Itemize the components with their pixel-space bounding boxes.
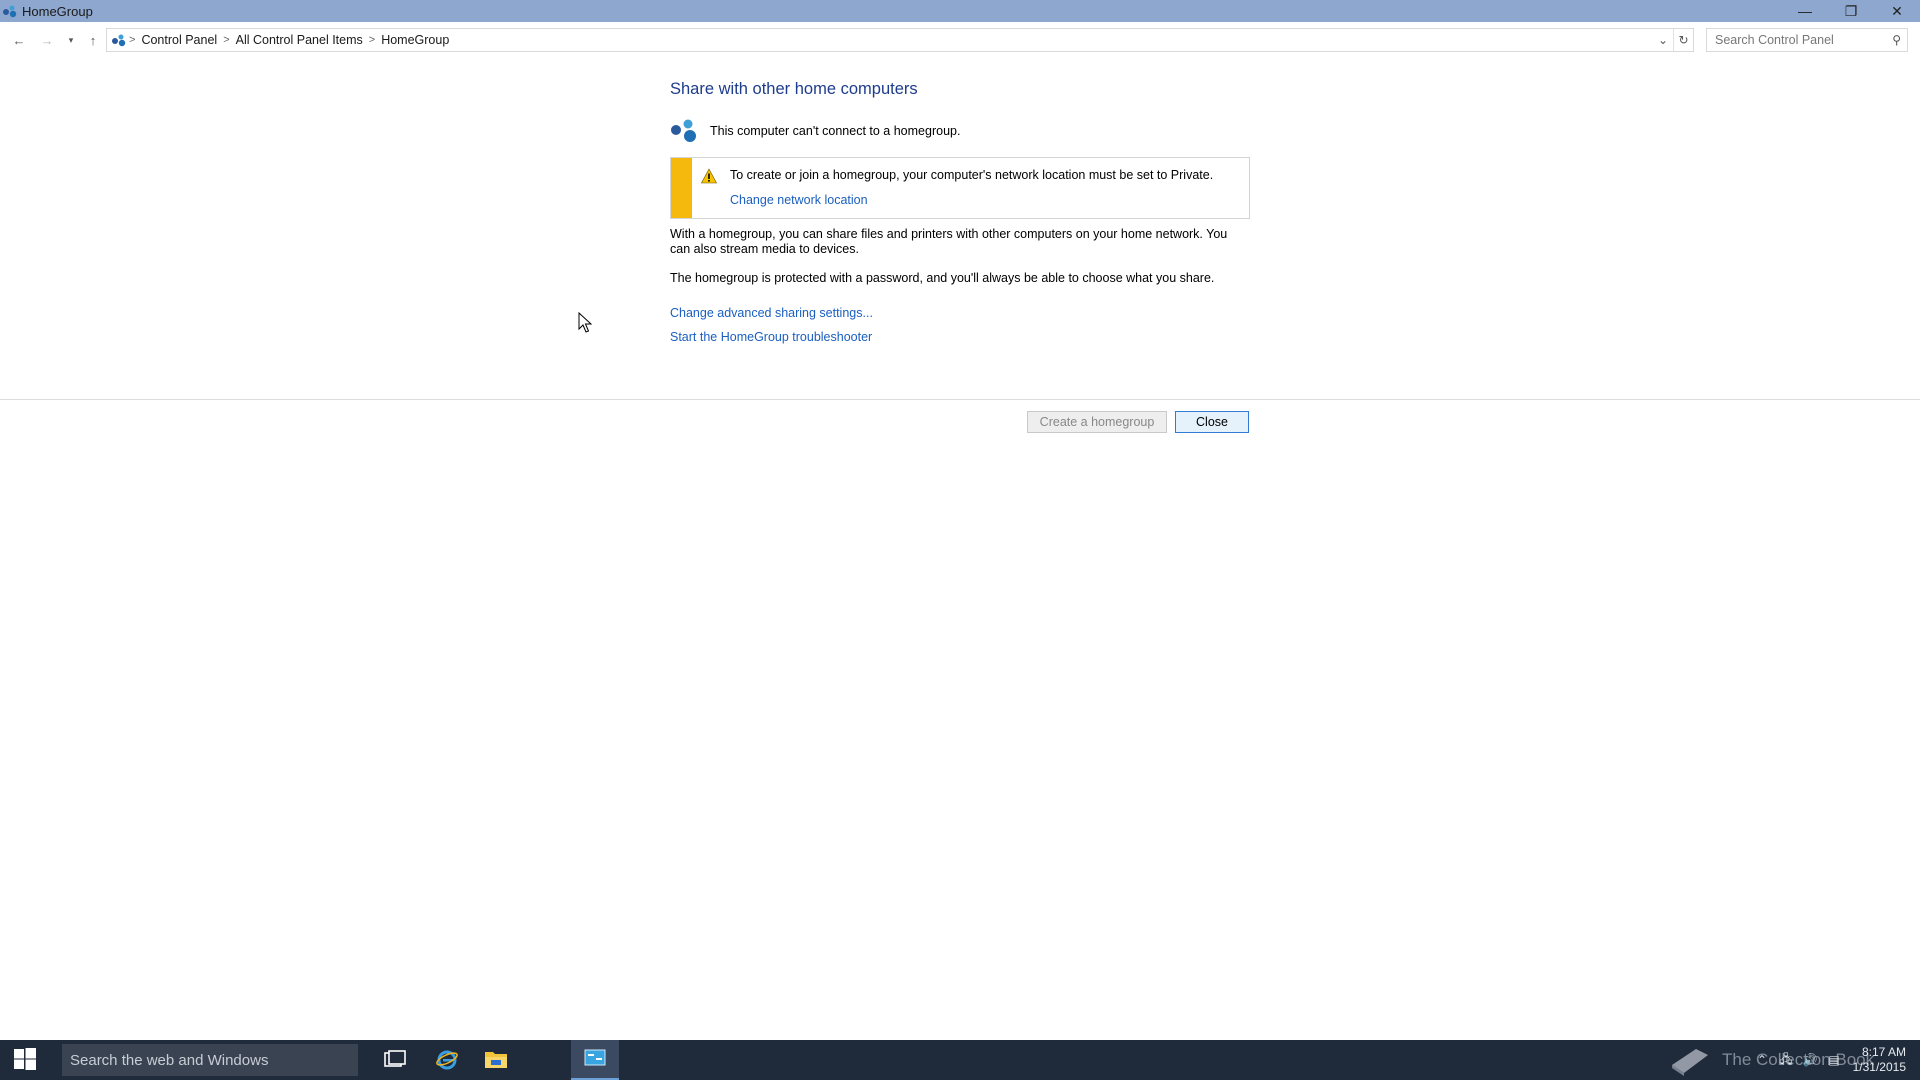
- warning-box: To create or join a homegroup, your comp…: [670, 157, 1250, 219]
- system-tray: ⌃ 🖧 🔊 ▤ 8:17 AM 1/31/2015: [1750, 1040, 1920, 1080]
- homegroup-troubleshooter-link[interactable]: Start the HomeGroup troubleshooter: [670, 330, 1250, 344]
- task-view-icon: [384, 1049, 406, 1071]
- minimize-icon: —: [1798, 3, 1812, 19]
- homegroup-panel: Share with other home computers This com…: [670, 78, 1250, 344]
- create-homegroup-button[interactable]: Create a homegroup: [1027, 411, 1167, 433]
- divider: [0, 399, 1920, 400]
- refresh-button[interactable]: ↻: [1673, 29, 1693, 51]
- close-icon: ✕: [1891, 2, 1903, 19]
- page-title: Share with other home computers: [670, 80, 918, 98]
- address-bar[interactable]: > Control Panel > All Control Panel Item…: [106, 28, 1694, 52]
- address-bar-actions: ⌄ ↻: [1653, 29, 1693, 51]
- navigation-bar: ← → ▾ ↑ > Control Panel > All Control Pa…: [0, 28, 1920, 52]
- breadcrumb-all-items[interactable]: All Control Panel Items: [230, 33, 369, 47]
- volume-icon[interactable]: 🔊: [1798, 1053, 1822, 1067]
- book-icon: [1668, 1043, 1712, 1077]
- description-text: With a homegroup, you can share files an…: [670, 227, 1228, 256]
- breadcrumb-homegroup[interactable]: HomeGroup: [375, 33, 455, 47]
- show-hidden-icons-icon[interactable]: ⌃: [1750, 1053, 1774, 1067]
- internet-explorer-icon: [435, 1047, 459, 1074]
- network-icon[interactable]: 🖧: [1774, 1050, 1798, 1071]
- restore-button[interactable]: ❐: [1828, 0, 1874, 22]
- recent-locations-button[interactable]: ▾: [60, 29, 82, 51]
- window-controls: — ❐ ✕: [1782, 0, 1920, 22]
- taskbar-search-placeholder: Search the web and Windows: [70, 1051, 269, 1069]
- forward-button[interactable]: →: [36, 29, 58, 51]
- restore-icon: ❐: [1844, 2, 1858, 19]
- title-bar: HomeGroup — ❐ ✕: [0, 0, 1920, 22]
- start-button[interactable]: [0, 1040, 50, 1080]
- control-panel-icon: [584, 1049, 606, 1070]
- up-arrow-icon: ↑: [89, 32, 97, 48]
- back-button[interactable]: ←: [8, 29, 30, 51]
- close-window-button[interactable]: ✕: [1874, 0, 1920, 22]
- refresh-icon: ↻: [1678, 33, 1689, 47]
- status-text: This computer can't connect to a homegro…: [710, 124, 961, 138]
- status-row: This computer can't connect to a homegro…: [670, 117, 1250, 145]
- password-note-text: The homegroup is protected with a passwo…: [670, 271, 1215, 285]
- internet-explorer-button[interactable]: [423, 1040, 471, 1080]
- file-explorer-button[interactable]: [472, 1040, 520, 1080]
- task-view-button[interactable]: [371, 1040, 419, 1080]
- folder-icon: [484, 1049, 508, 1072]
- forward-arrow-icon: →: [40, 32, 54, 48]
- taskbar: Search the web and Windows The Collectio…: [0, 1040, 1920, 1080]
- search-placeholder: Search Control Panel: [1715, 33, 1834, 47]
- windows-logo-icon: [13, 1047, 37, 1074]
- homegroup-icon: [2, 3, 18, 19]
- clock-date: 1/31/2015: [1852, 1060, 1906, 1074]
- taskbar-search-input[interactable]: Search the web and Windows: [62, 1044, 358, 1076]
- action-center-icon[interactable]: ▤: [1822, 1053, 1846, 1067]
- minimize-button[interactable]: —: [1782, 0, 1828, 22]
- clock[interactable]: 8:17 AM 1/31/2015: [1846, 1045, 1906, 1075]
- breadcrumb-control-panel[interactable]: Control Panel: [135, 33, 223, 47]
- homegroup-location-icon: [111, 32, 129, 48]
- homegroup-icon: [670, 117, 700, 145]
- address-dropdown-button[interactable]: ⌄: [1653, 29, 1673, 51]
- warning-icon: [700, 168, 718, 184]
- change-network-location-link[interactable]: Change network location: [730, 193, 868, 207]
- control-panel-taskbar-button[interactable]: [571, 1040, 619, 1080]
- warning-text: To create or join a homegroup, your comp…: [730, 168, 1214, 182]
- window-title: HomeGroup: [22, 3, 93, 19]
- chevron-down-icon: ⌄: [1657, 33, 1669, 47]
- mouse-pointer-icon: [578, 311, 593, 334]
- search-icon[interactable]: ⚲: [1892, 33, 1901, 47]
- warning-stripe: [671, 158, 692, 218]
- up-button[interactable]: ↑: [82, 29, 104, 51]
- search-input[interactable]: Search Control Panel ⚲: [1706, 28, 1908, 52]
- close-button[interactable]: Close: [1175, 411, 1249, 433]
- chevron-down-icon: ▾: [68, 34, 74, 45]
- back-arrow-icon: ←: [12, 32, 26, 48]
- advanced-sharing-settings-link[interactable]: Change advanced sharing settings...: [670, 306, 1250, 320]
- clock-time: 8:17 AM: [1861, 1045, 1906, 1059]
